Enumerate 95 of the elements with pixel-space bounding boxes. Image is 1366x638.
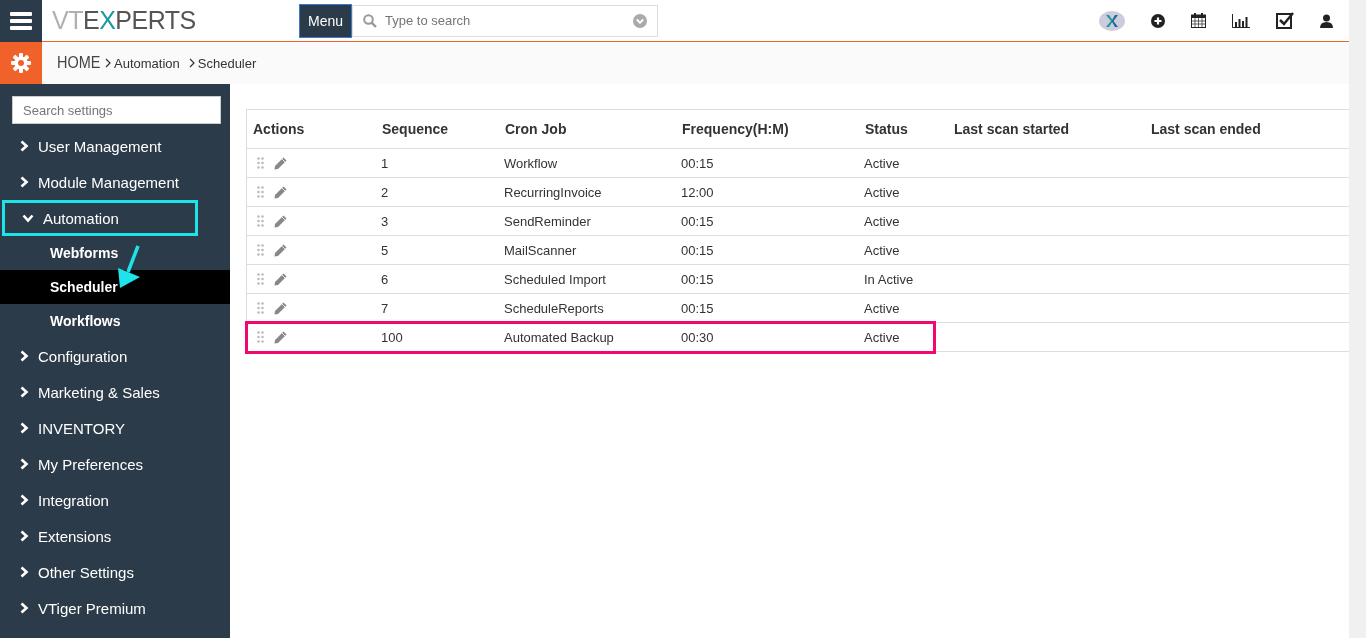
sidebar-item[interactable]: Automation <box>2 200 198 236</box>
dropdown-icon[interactable] <box>633 13 647 28</box>
sidebar-subitem[interactable]: Scheduler <box>0 270 230 304</box>
table-cell-text: 100 <box>380 329 404 345</box>
chevron-right-icon <box>20 386 29 398</box>
user-icon[interactable] <box>1320 13 1333 28</box>
sidebar-item[interactable]: VTiger Premium <box>0 590 230 626</box>
settings-icon <box>11 53 31 73</box>
chevron-right-icon <box>20 422 29 434</box>
sidebar-item[interactable]: Extensions <box>0 518 230 554</box>
table-cell-text: 00:15 <box>680 155 715 171</box>
table-cell-text: 7 <box>380 300 390 316</box>
search-icon <box>363 13 377 28</box>
chevron-right-icon <box>20 602 29 614</box>
search-bar[interactable]: Type to search <box>352 4 658 37</box>
table-cell-text: Active <box>863 155 901 171</box>
column-header: Last scan started <box>953 121 1071 137</box>
checkbox-icon[interactable] <box>1276 12 1294 29</box>
drag-handle-icon[interactable] <box>257 157 264 169</box>
app-logo-icon[interactable] <box>1099 10 1125 31</box>
sidebar-item[interactable]: Configuration <box>0 338 230 374</box>
drag-handle-icon[interactable] <box>257 244 264 256</box>
table-cell-text: RecurringInvoice <box>503 184 603 200</box>
drag-handle-icon[interactable] <box>257 331 264 343</box>
table-cell-text: 2 <box>380 184 390 200</box>
table-cell-text: MailScanner <box>503 242 578 258</box>
sidebar-item[interactable]: Marketing & Sales <box>0 374 230 410</box>
settings-search-field[interactable]: Search settings <box>12 96 221 124</box>
edit-icon[interactable] <box>274 272 287 286</box>
table-cell-text: 00:15 <box>680 213 715 229</box>
chevron-icon <box>105 58 111 68</box>
table-cell-text: 00:15 <box>680 300 715 316</box>
table-cell-text: Active <box>863 184 901 200</box>
table-cell-text: 1 <box>380 155 390 171</box>
edit-icon[interactable] <box>274 214 287 228</box>
table-cell-text: Active <box>863 242 901 258</box>
sidebar-item[interactable]: Module Management <box>0 164 230 200</box>
menu-icon <box>10 11 32 30</box>
table-cell-text: SendReminder <box>503 213 592 229</box>
table-cell-text: Automated Backup <box>503 329 615 345</box>
menu-button[interactable]: Menu <box>299 3 352 38</box>
table-cell-text: 00:30 <box>680 329 715 345</box>
chevron-right-icon <box>20 458 29 470</box>
chevron-right-icon <box>20 140 29 152</box>
column-header: Frequency(H:M) <box>681 121 790 137</box>
table-cell-text: Scheduled Import <box>503 271 607 287</box>
breadcrumb-item[interactable]: Automation <box>114 55 180 71</box>
edit-icon[interactable] <box>274 243 287 257</box>
chevron-down-icon <box>22 213 34 223</box>
menu-button[interactable] <box>0 0 42 42</box>
breadcrumb-home[interactable]: HOME <box>57 53 101 73</box>
table-cell-text: 12:00 <box>680 184 715 200</box>
table-cell-text: Active <box>863 213 901 229</box>
edit-icon[interactable] <box>274 301 287 315</box>
column-header: Cron Job <box>504 121 568 137</box>
drag-handle-icon[interactable] <box>257 273 264 285</box>
edit-icon[interactable] <box>274 156 287 170</box>
sidebar-item[interactable]: My Preferences <box>0 446 230 482</box>
drag-handle-icon[interactable] <box>257 302 264 314</box>
sidebar-item[interactable]: Other Settings <box>0 554 230 590</box>
table-cell-text: 3 <box>380 213 390 229</box>
column-header: Last scan ended <box>1150 121 1262 137</box>
chevron-right-icon <box>20 494 29 506</box>
table-cell-text: 6 <box>380 271 390 287</box>
breadcrumb-item[interactable]: Scheduler <box>197 55 257 71</box>
chevron-right-icon <box>20 530 29 542</box>
calendar-icon[interactable] <box>1191 13 1206 28</box>
chevron-right-icon <box>20 176 29 188</box>
sidebar-subitem[interactable]: Webforms <box>0 236 230 270</box>
table-cell-text: Active <box>863 329 901 345</box>
drag-handle-icon[interactable] <box>257 215 264 227</box>
table-cell-text: Workflow <box>503 155 559 171</box>
add-icon[interactable] <box>1151 13 1165 28</box>
table-cell-text: 00:15 <box>680 242 715 258</box>
edit-icon[interactable] <box>274 185 287 199</box>
drag-handle-icon[interactable] <box>257 186 264 198</box>
table-cell-text: ScheduleReports <box>503 300 605 316</box>
table-cell-text: Active <box>863 300 901 316</box>
edit-icon[interactable] <box>274 330 287 344</box>
table-cell-text: 5 <box>380 242 390 258</box>
chevron-right-icon <box>20 350 29 362</box>
chevron-right-icon <box>20 566 29 578</box>
sidebar-item[interactable]: Integration <box>0 482 230 518</box>
chevron-icon <box>188 58 195 68</box>
column-header: Actions <box>252 121 306 137</box>
table-cell-text: 00:15 <box>680 271 715 287</box>
sidebar-subitem[interactable]: Workflows <box>0 304 230 338</box>
sidebar-item[interactable]: INVENTORY <box>0 410 230 446</box>
table-cell-text: In Active <box>863 271 915 287</box>
sidebar-item[interactable]: User Management <box>0 128 230 164</box>
column-header: Sequence <box>381 121 450 137</box>
scrollbar[interactable] <box>1349 0 1366 638</box>
bar-chart-icon[interactable] <box>1232 13 1250 28</box>
logo: VTEXPERTS <box>52 6 197 35</box>
column-header: Status <box>864 121 909 137</box>
